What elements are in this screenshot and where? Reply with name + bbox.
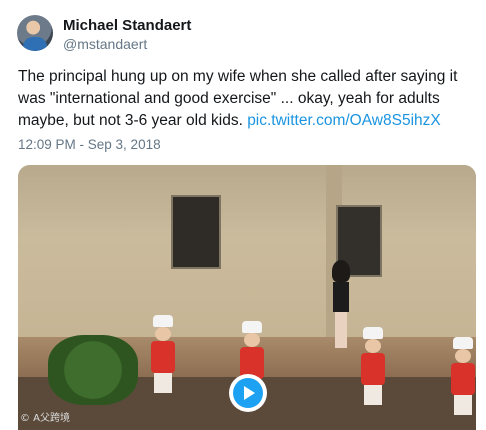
video-scene-window	[171, 195, 221, 269]
play-button[interactable]	[229, 374, 267, 412]
play-icon	[233, 378, 263, 408]
tweet-timestamp[interactable]: 12:09 PM - Sep 3, 2018	[18, 137, 161, 152]
video-scene-plants	[48, 335, 138, 405]
video-scene-wall	[18, 165, 476, 345]
video-scene-child	[151, 315, 175, 393]
tweet-text: The principal hung up on my wife when sh…	[18, 66, 480, 132]
video-scene-child	[451, 337, 475, 415]
tweet-media-link[interactable]: pic.twitter.com/OAw8S5ihzX	[247, 112, 441, 129]
author-name[interactable]: Michael Standaert	[63, 17, 191, 34]
video-scene-dancer	[328, 260, 354, 350]
author-handle[interactable]: @mstandaert	[63, 36, 147, 52]
video-watermark: © A父跨境	[20, 413, 71, 424]
video-scene-child	[361, 327, 385, 405]
video-thumbnail[interactable]: © A父跨境	[18, 165, 476, 430]
author-avatar[interactable]	[17, 15, 53, 51]
